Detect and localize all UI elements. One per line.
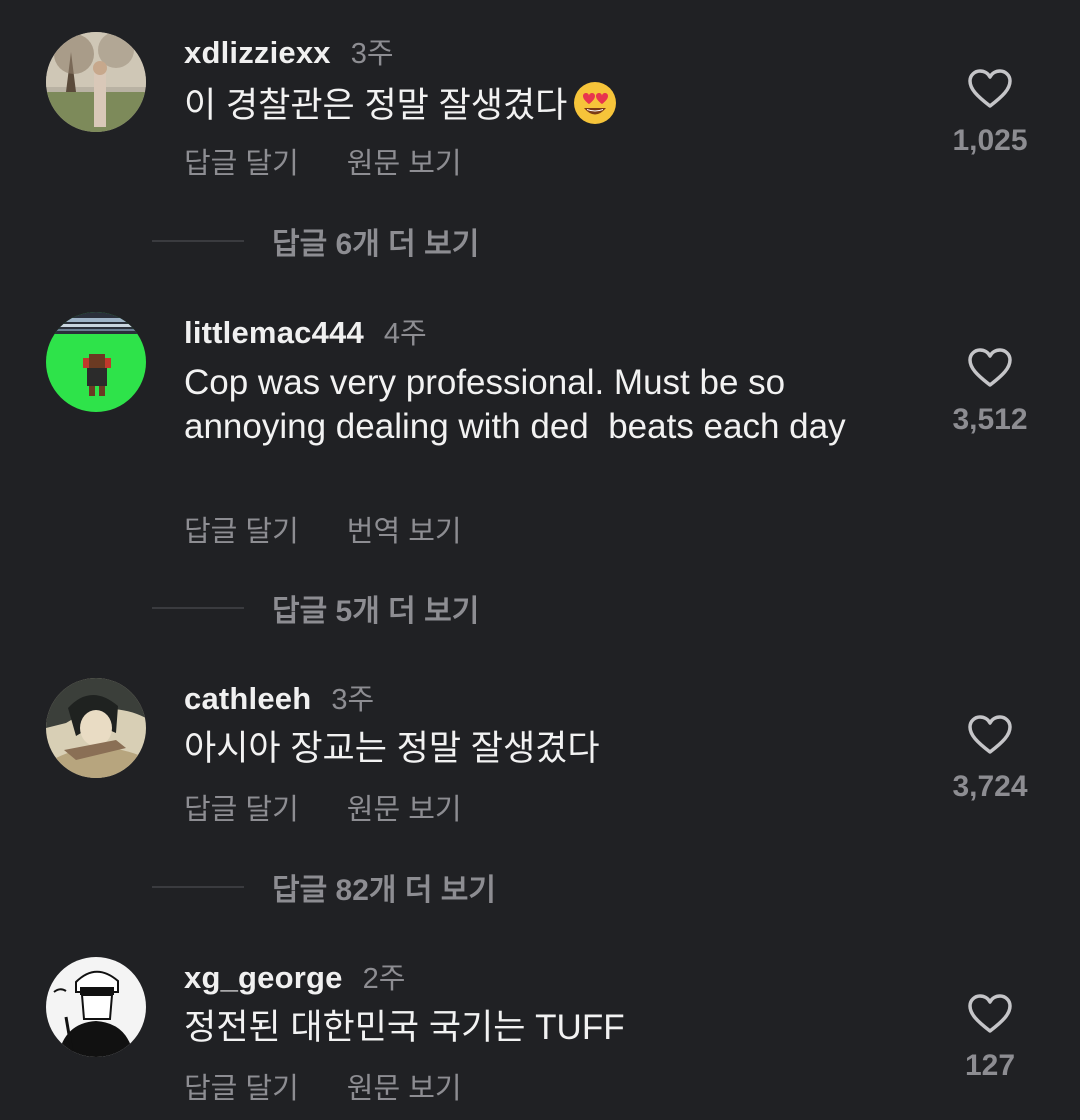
timestamp: 3주 — [331, 684, 375, 716]
avatar[interactable] — [46, 678, 146, 778]
comment-text-content: 이 경찰관은 정말 잘생겼다 — [184, 86, 568, 125]
reply-button[interactable]: 답글 달기 — [184, 1065, 299, 1107]
avatar[interactable] — [46, 957, 146, 1057]
like-group: 127 — [940, 993, 1040, 1083]
divider — [152, 886, 244, 888]
view-more-replies-label: 답글 82개 더 보기 — [272, 874, 496, 907]
view-more-replies-button[interactable]: 답글 5개 더 보기 — [152, 586, 479, 630]
see-original-button[interactable]: 원문 보기 — [347, 786, 462, 828]
heart-eyes-emoji-icon — [574, 82, 617, 124]
view-more-replies-label: 답글 6개 더 보기 — [272, 228, 480, 261]
see-translation-button[interactable]: 번역 보기 — [347, 508, 462, 550]
username[interactable]: xg_george — [184, 960, 343, 996]
timestamp: 2주 — [362, 963, 406, 995]
comment-text: 아시아 장교는 정말 잘생겼다 — [184, 729, 600, 768]
heart-outline-icon[interactable] — [967, 714, 1013, 756]
view-more-replies-button[interactable]: 답글 82개 더 보기 — [152, 865, 496, 909]
like-group: 3,512 — [940, 347, 1040, 437]
avatar[interactable] — [46, 32, 146, 132]
divider — [152, 607, 244, 609]
reply-button[interactable]: 답글 달기 — [184, 140, 299, 182]
avatar[interactable] — [46, 312, 146, 412]
heart-outline-icon[interactable] — [967, 68, 1013, 110]
reply-button[interactable]: 답글 달기 — [184, 786, 299, 828]
like-count: 3,512 — [952, 403, 1028, 436]
divider — [152, 240, 244, 242]
see-original-button[interactable]: 원문 보기 — [347, 140, 462, 182]
like-group: 1,025 — [940, 68, 1040, 158]
heart-outline-icon[interactable] — [967, 993, 1013, 1035]
reply-button[interactable]: 답글 달기 — [184, 508, 299, 550]
like-count: 1,025 — [952, 124, 1028, 157]
username[interactable]: xdlizziexx — [184, 35, 331, 71]
view-more-replies-button[interactable]: 답글 6개 더 보기 — [152, 219, 479, 263]
like-count: 127 — [964, 1049, 1016, 1082]
comment-text: 정전된 대한민국 국기는 TUFF — [184, 1008, 625, 1047]
username[interactable]: littlemac444 — [184, 315, 364, 351]
see-original-button[interactable]: 원문 보기 — [347, 1065, 462, 1107]
like-group: 3,724 — [940, 714, 1040, 804]
timestamp: 4주 — [383, 318, 427, 350]
timestamp: 3주 — [350, 38, 394, 70]
username[interactable]: cathleeh — [184, 681, 311, 717]
comment-text: Cop was very professional. Must be so an… — [184, 363, 846, 446]
view-more-replies-label: 답글 5개 더 보기 — [272, 595, 480, 628]
comment-text: 이 경찰관은 정말 잘생겼다 — [184, 81, 924, 128]
like-count: 3,724 — [952, 770, 1028, 803]
heart-outline-icon[interactable] — [967, 347, 1013, 389]
